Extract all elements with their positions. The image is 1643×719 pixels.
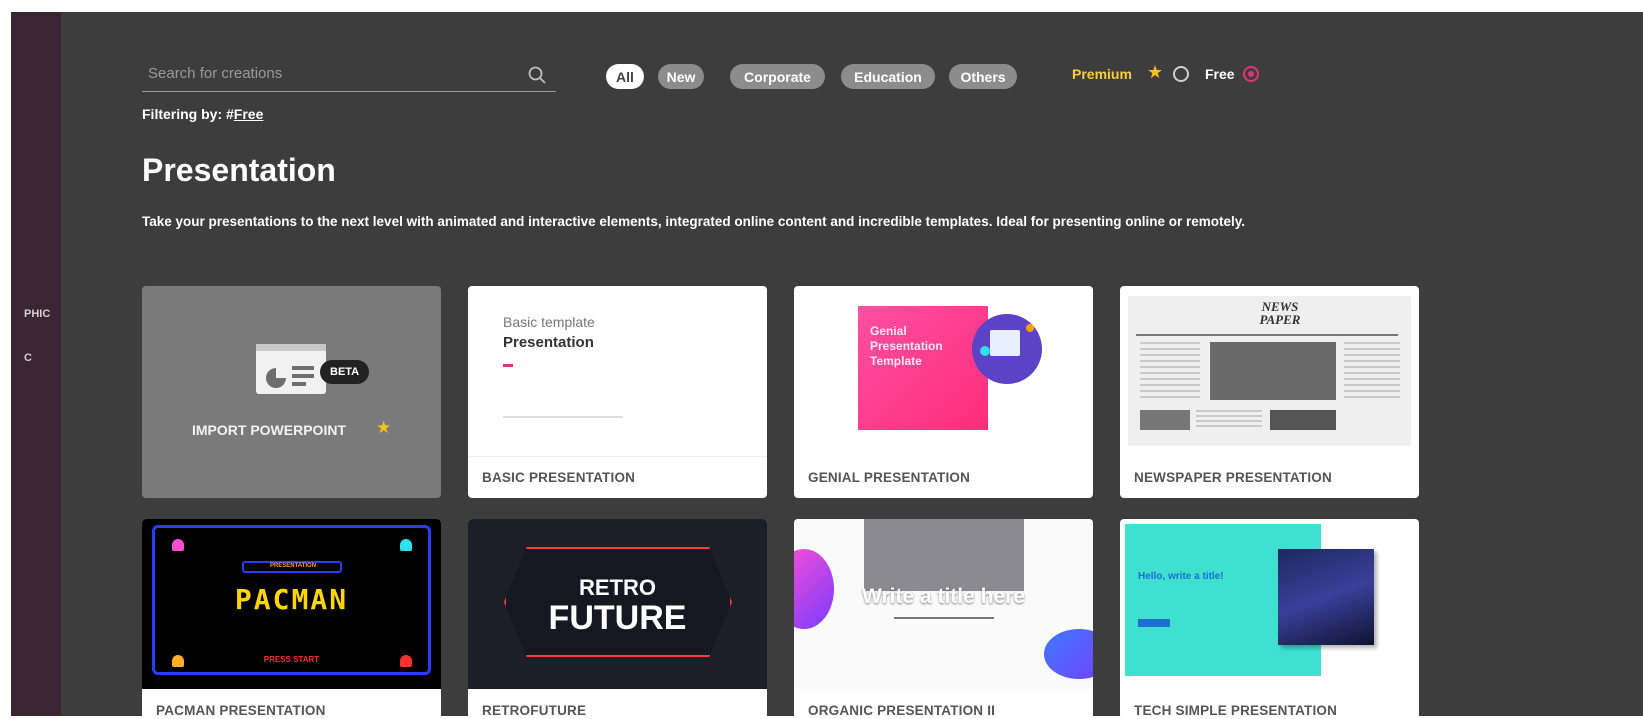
card-thumbnail: Genial Presentation Template	[794, 286, 1093, 456]
premium-star-icon: ★	[376, 418, 392, 437]
card-thumbnail: PRESENTATION PACMAN PRESS START	[142, 519, 441, 689]
filter-chip-others[interactable]: Others	[949, 64, 1017, 89]
beta-badge: BETA	[320, 360, 370, 384]
card-thumbnail: NEWS PAPER	[1120, 286, 1419, 456]
thumb-title: Write a title here	[862, 585, 1025, 608]
card-import-powerpoint[interactable]: BETA IMPORT POWERPOINT ★	[142, 286, 441, 498]
card-thumbnail: Basic template Presentation	[468, 286, 767, 456]
left-edge	[0, 12, 11, 716]
card-genial-presentation[interactable]: Genial Presentation Template GENIAL PRES…	[794, 286, 1093, 498]
card-basic-presentation[interactable]: Basic template Presentation BASIC PRESEN…	[468, 286, 767, 498]
thumb-title-line2: Presentation	[503, 334, 594, 351]
thumb-press-start: PRESS START	[263, 655, 320, 664]
free-radio[interactable]	[1243, 66, 1259, 82]
filtering-by: Filtering by: #Free	[142, 106, 263, 122]
page-title: Presentation	[142, 152, 336, 188]
sidebar: PHIC C	[11, 12, 61, 716]
card-label: NEWSPAPER PRESENTATION	[1134, 470, 1332, 485]
thumb-title: Hello, write a title!	[1138, 571, 1224, 582]
thumb-subtitle-line	[503, 416, 623, 418]
thumb-title: Genial Presentation Template	[870, 324, 943, 368]
presentation-import-icon	[256, 344, 326, 394]
card-label: BASIC PRESENTATION	[482, 470, 636, 485]
search-icon[interactable]	[528, 66, 546, 84]
card-newspaper-presentation[interactable]: NEWS PAPER NEWSPAPER PRESENTATION	[1120, 286, 1419, 498]
thumb-title: NEWS PAPER	[1259, 299, 1301, 327]
thumb-title-line1: RETRO	[579, 575, 656, 600]
filter-chip-education[interactable]: Education	[841, 64, 935, 89]
filtering-prefix: Filtering by: #	[142, 106, 234, 122]
thumb-title-line1: Basic template	[503, 314, 595, 330]
app-frame: PHIC C All New Corporate Education Other…	[0, 12, 1643, 719]
premium-star-icon: ★	[1147, 62, 1164, 82]
premium-radio[interactable]	[1173, 66, 1189, 82]
card-thumbnail: Write a title here	[794, 519, 1093, 689]
sidebar-item-partial[interactable]: C	[24, 352, 32, 364]
card-label: IMPORT POWERPOINT	[192, 422, 346, 438]
thumb-small-title: PRESENTATION	[269, 563, 317, 569]
card-organic-presentation-ii[interactable]: Write a title here ORGANIC PRESENTATION …	[794, 519, 1093, 719]
search-input[interactable]	[148, 65, 508, 82]
thumb-title: PACMAN	[234, 583, 349, 616]
card-retrofuture[interactable]: RETRO FUTURE RETROFUTURE	[468, 519, 767, 719]
premium-label: Premium	[1072, 66, 1132, 82]
card-thumbnail: RETRO FUTURE	[468, 519, 767, 689]
sidebar-item-infographic[interactable]: PHIC	[24, 308, 50, 320]
card-thumbnail: Hello, write a title!	[1120, 519, 1419, 689]
filter-chip-new[interactable]: New	[658, 64, 704, 89]
filter-chip-all[interactable]: All	[606, 64, 644, 89]
filtering-tag-link[interactable]: Free	[234, 106, 264, 122]
thumb-accent-bar	[503, 364, 513, 367]
thumb-title-line2: FUTURE	[548, 599, 687, 637]
search-bar	[142, 55, 556, 92]
card-pacman-presentation[interactable]: PRESENTATION PACMAN PRESS START PACMAN P…	[142, 519, 441, 719]
section-description: Take your presentations to the next leve…	[142, 214, 1245, 229]
free-label: Free	[1205, 66, 1235, 82]
card-label: GENIAL PRESENTATION	[808, 470, 971, 485]
card-tech-simple-presentation[interactable]: Hello, write a title! TECH SIMPLE PRESEN…	[1120, 519, 1419, 719]
filter-chip-corporate[interactable]: Corporate	[730, 64, 825, 89]
